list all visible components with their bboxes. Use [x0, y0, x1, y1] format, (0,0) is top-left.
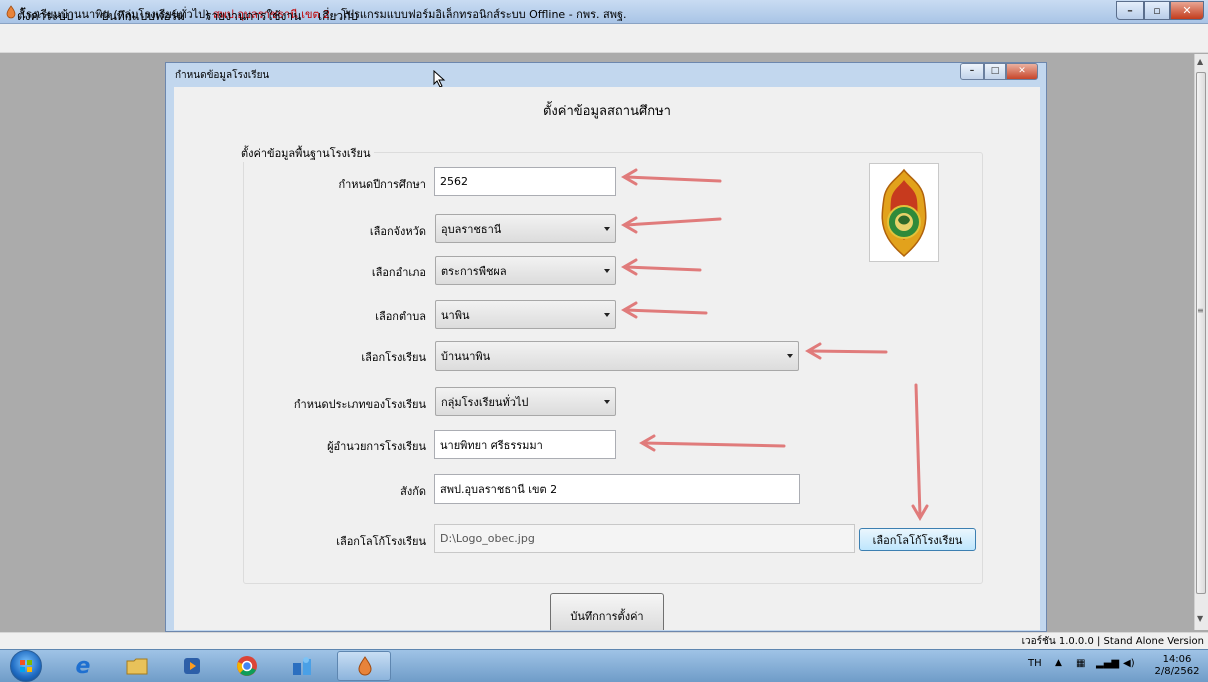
maximize-button[interactable]: ▫ — [1144, 1, 1170, 20]
director-input[interactable]: นายพิทยา ศรีธรรมมา — [434, 430, 616, 459]
start-button[interactable] — [10, 650, 42, 682]
province-label: เลือกจังหวัด — [369, 225, 426, 238]
window-title-program: - โปรแกรมแบบฟอร์มอิเล็กทรอนิกส์ระบบ Offl… — [333, 8, 627, 21]
school-select[interactable]: บ้านนาพิน — [435, 341, 799, 371]
restore-icon: ▫ — [1153, 4, 1161, 17]
minimize-icon: – — [1127, 4, 1133, 17]
file-explorer-icon[interactable] — [120, 654, 154, 678]
province-select[interactable]: อุบลราชธานี — [435, 214, 616, 243]
school-type-label: กำหนดประเภทของโรงเรียน — [293, 398, 426, 411]
director-label: ผู้อำนวยการโรงเรียน — [327, 440, 426, 453]
close-icon: ✕ — [1018, 66, 1026, 76]
child-minimize-button[interactable]: – — [960, 63, 984, 80]
internet-explorer-icon[interactable]: e — [66, 654, 100, 679]
school-app-icon[interactable] — [348, 654, 382, 678]
clock[interactable]: 14:06 2/8/2562 — [1154, 654, 1200, 678]
volume-icon[interactable]: ◀) — [1123, 658, 1135, 669]
province-select-value: อุบลราชธานี — [441, 222, 502, 236]
network-signal-icon[interactable]: ▂▄▆ — [1096, 658, 1119, 669]
network-app-icon[interactable] — [285, 654, 319, 678]
dropdown-arrow-icon — [604, 268, 610, 273]
child-close-button[interactable]: ✕ — [1006, 63, 1038, 80]
school-label: เลือกโรงเรียน — [361, 351, 426, 364]
year-label: กำหนดปีการศึกษา — [338, 178, 426, 191]
scroll-up-icon[interactable]: ▲ — [1197, 57, 1203, 66]
mouse-cursor-icon — [433, 70, 446, 88]
menu-usage-report[interactable]: รายงานการใช้งาน — [205, 7, 301, 26]
choose-logo-button[interactable]: เลือกโลโก้โรงเรียน — [859, 528, 976, 551]
district-select-value: ตระการพืชผล — [441, 264, 507, 278]
close-button[interactable]: ✕ — [1170, 1, 1204, 20]
action-center-icon[interactable]: ▦ — [1076, 658, 1085, 669]
dropdown-arrow-icon — [604, 312, 610, 317]
menu-bar — [0, 24, 1208, 53]
dropdown-arrow-icon — [604, 399, 610, 404]
language-indicator[interactable]: TH — [1028, 658, 1042, 669]
menu-record-form[interactable]: บันทึกแบบฟอร์ม — [101, 7, 185, 26]
close-icon: ✕ — [1182, 4, 1192, 17]
school-select-value: บ้านนาพิน — [441, 350, 491, 363]
windows-logo-icon — [20, 660, 32, 672]
scroll-grip-icon: ≡ — [1197, 306, 1204, 315]
maximize-icon: □ — [990, 66, 1000, 76]
school-logo — [869, 163, 939, 262]
subdistrict-select-value: นาพิน — [441, 308, 470, 322]
app-icon — [6, 5, 16, 19]
scroll-down-icon[interactable]: ▼ — [1197, 614, 1203, 623]
chrome-icon[interactable] — [230, 654, 264, 678]
clock-time: 14:06 — [1162, 654, 1192, 665]
version-text: เวอร์ชัน 1.0.0.0 | Stand Alone Version — [1021, 636, 1204, 647]
child-window-title: กำหนดข้อมูลโรงเรียน — [175, 70, 270, 81]
logo-label: เลือกโลโก้โรงเรียน — [336, 535, 426, 548]
save-settings-button[interactable]: บันทึกการตั้งค่า — [550, 593, 664, 630]
affiliation-input[interactable]: สพป.อุบลราชธานี เขต 2 — [434, 474, 800, 504]
scroll-thumb[interactable] — [1196, 72, 1206, 594]
district-select[interactable]: ตระการพืชผล — [435, 256, 616, 285]
menu-settings[interactable]: ตั้งค่าระบบ — [17, 7, 74, 26]
minimize-icon: – — [969, 66, 975, 76]
menu-about[interactable]: เกี่ยวกับ — [318, 7, 358, 26]
clock-date: 2/8/2562 — [1154, 666, 1200, 677]
media-player-icon[interactable] — [175, 654, 209, 678]
district-label: เลือกอำเภอ — [371, 266, 426, 279]
group-label: ตั้งค่าข้อมูลพื้นฐานโรงเรียน — [238, 144, 374, 162]
affiliation-label: สังกัด — [400, 485, 426, 498]
child-maximize-button[interactable]: □ — [984, 63, 1006, 80]
school-type-select-value: กลุ่มโรงเรียนทั่วไป — [441, 395, 529, 409]
page-heading: ตั้งค่าข้อมูลสถานศึกษา — [542, 104, 671, 119]
dropdown-arrow-icon — [787, 354, 793, 358]
school-type-select[interactable]: กลุ่มโรงเรียนทั่วไป — [435, 387, 616, 416]
obec-emblem-icon — [881, 168, 927, 258]
subdistrict-label: เลือกตำบล — [375, 310, 426, 323]
subdistrict-select[interactable]: นาพิน — [435, 300, 616, 329]
minimize-button[interactable]: – — [1116, 1, 1144, 20]
year-input[interactable]: 2562 — [434, 167, 616, 196]
dropdown-arrow-icon — [604, 226, 610, 231]
show-hidden-icons-icon[interactable]: ▲ — [1055, 658, 1062, 668]
logo-path-input[interactable]: D:\Logo_obec.jpg — [434, 524, 855, 553]
